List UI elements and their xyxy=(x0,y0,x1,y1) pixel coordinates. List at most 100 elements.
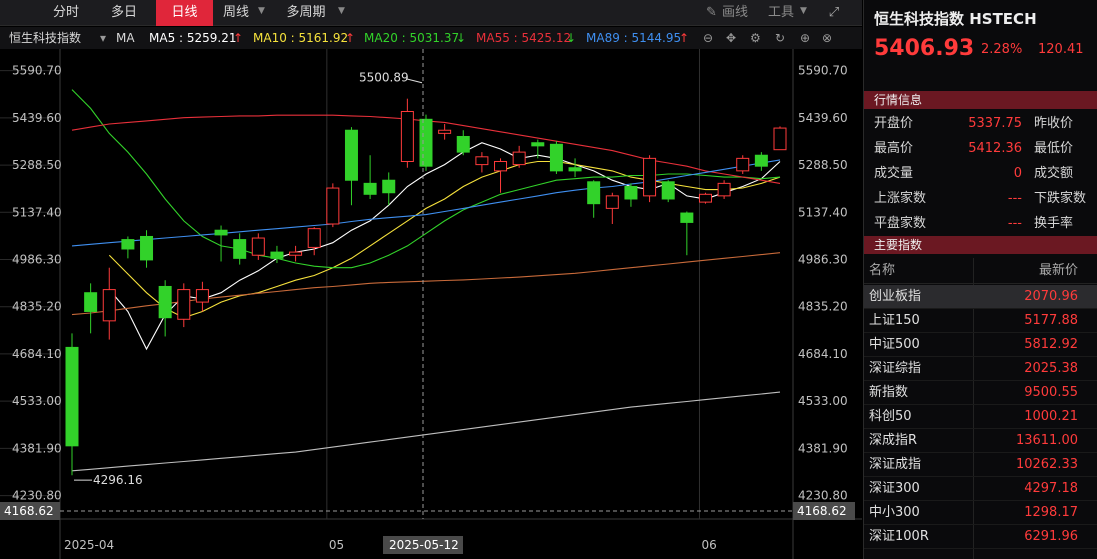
y-tick-label-right: 4230.80 xyxy=(798,489,848,503)
list-item[interactable]: 深证300 4297.18 xyxy=(864,477,1097,501)
list-item[interactable]: 中小300 1298.17 xyxy=(864,501,1097,525)
list-item[interactable]: 深成指R 13611.00 xyxy=(864,429,1097,453)
candle-body-down xyxy=(233,239,247,259)
crosshair-value-left: 4168.62 xyxy=(4,504,54,518)
index-price: 2070.96 xyxy=(1024,289,1078,304)
quote-value: 5337.75 xyxy=(968,116,1022,131)
candle-body-up xyxy=(643,157,657,197)
ma55-value: MA55 : 5425.12 xyxy=(476,31,572,45)
candle-body-down xyxy=(214,229,228,236)
high-annotation-label: 5500.89 xyxy=(359,71,409,85)
index-price: 9500.55 xyxy=(1024,385,1078,400)
list-item[interactable]: 深证100R 6291.96 xyxy=(864,525,1097,549)
crosshair-date-label: 2025-05-12 xyxy=(389,538,459,552)
quote-label: 成交额 xyxy=(1034,166,1074,181)
candle-body-down xyxy=(158,285,172,319)
index-price: 6291.96 xyxy=(1024,529,1078,544)
index-name: 中小300 xyxy=(869,505,920,520)
candle-body-down xyxy=(568,167,582,172)
plus-icon[interactable]: ⊕ xyxy=(800,27,810,49)
tools-button[interactable]: 工具 xyxy=(768,0,794,26)
refresh-icon[interactable]: ↻ xyxy=(775,27,785,49)
index-name: 深证100R xyxy=(869,529,929,544)
change-amount: 120.41 xyxy=(1038,42,1084,57)
quote-row: 上涨家数 --- 下跌家数 xyxy=(864,187,1097,211)
arrow-down-icon: ↓ xyxy=(566,31,577,45)
candle-body-down xyxy=(661,181,675,200)
candle-body-up xyxy=(289,251,303,256)
tab-multi-day[interactable]: 多日 xyxy=(98,0,150,26)
quote-value: --- xyxy=(1007,216,1022,231)
chevron-down-icon[interactable]: ▼ xyxy=(258,6,265,16)
candle-body-down xyxy=(65,346,79,447)
list-item[interactable]: 新指数 9500.55 xyxy=(864,381,1097,405)
candle-body-down xyxy=(680,212,694,223)
ma89-value: MA89 : 5144.95 xyxy=(586,31,682,45)
index-section-header: 主要指数 xyxy=(864,236,1097,254)
pencil-icon[interactable]: ✎ xyxy=(706,0,717,26)
ma-label[interactable]: MA xyxy=(116,27,135,49)
crosshair-value-right: 4168.62 xyxy=(797,504,847,518)
index-price: 2025.38 xyxy=(1024,361,1078,376)
candle-body-up xyxy=(438,129,452,134)
tab-weekly[interactable]: 周线 xyxy=(215,0,257,26)
y-tick-label-right: 5590.70 xyxy=(798,64,848,78)
candle-body-down xyxy=(587,181,601,205)
candle-body-up xyxy=(326,187,340,225)
fullscreen-icon[interactable]: ⤢ xyxy=(825,4,843,22)
tab-intraday[interactable]: 分时 xyxy=(40,0,92,26)
quote-row: 开盘价 5337.75 昨收价 xyxy=(864,112,1097,136)
candle-body-up xyxy=(736,157,750,172)
candle-body-down xyxy=(363,182,377,195)
list-item[interactable]: 上证150 5177.88 xyxy=(864,309,1097,333)
list-item[interactable]: 科创50 1000.21 xyxy=(864,405,1097,429)
low-annotation-label: 4296.16 xyxy=(93,473,143,487)
chevron-down-icon[interactable]: ▼ xyxy=(800,6,807,16)
candle-body-up xyxy=(400,110,414,162)
y-tick-label-right: 5137.40 xyxy=(798,205,848,219)
index-name: 深证300 xyxy=(869,481,920,496)
kline-chart[interactable]: 4168.62 4168.62 2025-05-12 5500.89 4296.16 5… xyxy=(0,49,862,559)
index-name: 上证150 xyxy=(869,313,920,328)
candle-body-up xyxy=(717,182,731,197)
ma20-value: MA20 : 5031.37 xyxy=(364,31,460,45)
candlesticks xyxy=(65,98,787,476)
collapse-icon[interactable]: ⊖ xyxy=(703,27,713,49)
candle-body-down xyxy=(419,118,433,167)
x-tick-label: 06 xyxy=(701,538,716,552)
y-tick-label-left: 4835.20 xyxy=(12,300,62,314)
list-item[interactable]: 中证500 5812.92 xyxy=(864,333,1097,357)
y-tick-label-left: 4381.90 xyxy=(12,441,62,455)
candle-body-down xyxy=(121,239,135,250)
y-tick-label-left: 4684.10 xyxy=(12,347,62,361)
dropdown-icon[interactable]: ▾ xyxy=(100,27,106,49)
draw-line-button[interactable]: 画线 xyxy=(722,0,748,26)
candle-body-up xyxy=(698,193,712,203)
candle-body-down xyxy=(270,251,284,259)
symbol-name: 恒生科技指数 xyxy=(9,31,82,45)
list-item[interactable]: 深证成指 10262.33 xyxy=(864,453,1097,477)
ma-line-ma10 xyxy=(108,160,781,319)
last-price: 5406.93 xyxy=(874,36,975,61)
index-price: 10262.33 xyxy=(1015,457,1078,472)
candle-body-up xyxy=(102,289,116,322)
index-table-header: 名称 最新价 xyxy=(864,258,1097,284)
move-icon[interactable]: ✥ xyxy=(726,27,736,49)
quote-label: 昨收价 xyxy=(1034,116,1074,131)
list-item[interactable]: 深证综指 2025.38 xyxy=(864,357,1097,381)
candle-body-up xyxy=(251,237,265,256)
y-tick-label-left: 5288.50 xyxy=(12,158,62,172)
tab-multi-period[interactable]: 多周期 xyxy=(278,0,334,26)
tab-daily[interactable]: 日线 xyxy=(156,0,213,26)
list-item[interactable]: 创业板指 2070.96 xyxy=(864,285,1097,309)
ma5-value: MA5 : 5259.21 xyxy=(149,31,237,45)
arrow-up-icon: ↑ xyxy=(233,31,244,45)
close-icon[interactable]: ⊗ xyxy=(822,27,832,49)
gear-icon[interactable]: ⚙ xyxy=(750,27,761,49)
ma-line-ma250 xyxy=(71,391,781,472)
candle-body-up xyxy=(773,127,787,151)
candle-body-up xyxy=(512,151,526,166)
chevron-down-icon[interactable]: ▼ xyxy=(338,6,345,16)
quote-label: 上涨家数 xyxy=(874,191,927,206)
y-tick-label-left: 5590.70 xyxy=(12,64,62,78)
